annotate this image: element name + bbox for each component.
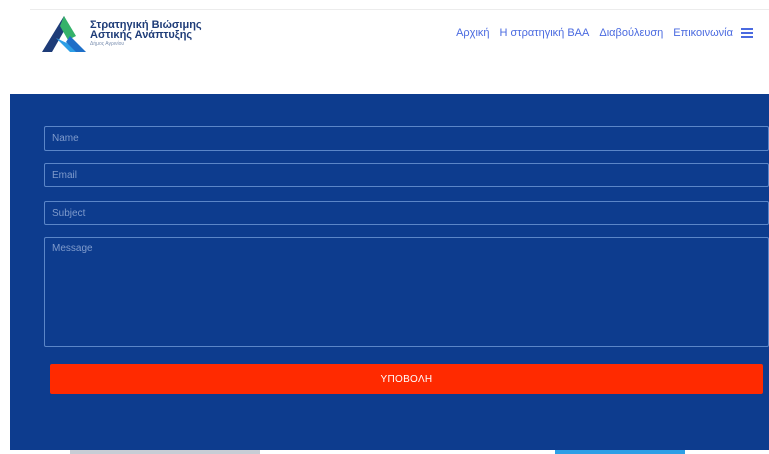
logo-mark-icon xyxy=(42,16,86,52)
message-field[interactable] xyxy=(44,237,769,347)
name-field[interactable] xyxy=(44,126,769,151)
nav-item-strategy[interactable]: Η στρατηγική ΒΑΑ xyxy=(500,27,590,39)
nav-item-consultation[interactable]: Διαβούλευση xyxy=(599,27,663,39)
nav-item-home[interactable]: Αρχική xyxy=(456,27,489,39)
hamburger-icon[interactable] xyxy=(741,28,753,38)
site-logo[interactable]: Στρατηγική Βιώσιμης Αστικής Ανάπτυξης Δή… xyxy=(40,14,220,54)
logo-title: Στρατηγική Βιώσιμης Αστικής Ανάπτυξης xyxy=(90,20,202,41)
logo-subtitle: Δήμος Αγρινίου xyxy=(90,41,125,47)
contact-form-section: ΥΠΟΒΟΛΗ xyxy=(10,94,769,450)
nav-item-contact[interactable]: Επικοινωνία xyxy=(673,27,733,39)
email-field[interactable] xyxy=(44,163,769,187)
submit-button[interactable]: ΥΠΟΒΟΛΗ xyxy=(50,364,763,394)
footer-decor-right xyxy=(555,450,685,454)
logo-title-line2: Αστικής Ανάπτυξης xyxy=(90,29,193,41)
subject-field[interactable] xyxy=(44,201,769,225)
main-navigation: Αρχική Η στρατηγική ΒΑΑ Διαβούλευση Επικ… xyxy=(446,26,753,40)
site-header: Στρατηγική Βιώσιμης Αστικής Ανάπτυξης Δή… xyxy=(0,0,769,94)
header-divider xyxy=(30,9,769,10)
footer-decor-left xyxy=(70,450,260,454)
